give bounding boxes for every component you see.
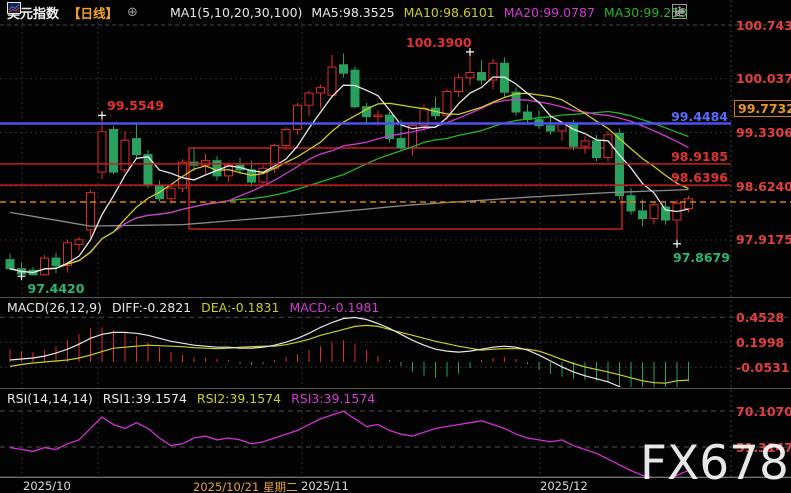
add-indicator-icon[interactable]: ⊕: [127, 5, 138, 20]
level-label: 98.9185: [671, 148, 728, 164]
price-axis-label: 100.0372: [736, 71, 791, 87]
price-axis-label: 98.6240: [736, 178, 791, 194]
macd-name: MACD(26,12,9): [7, 300, 102, 315]
rsi-header: RSI(14,14,14) RSI1:39.1574 RSI2:39.1574 …: [7, 391, 375, 406]
rsi-axis-label: 70.1070: [736, 403, 791, 419]
rsi1-value: RSI1:39.1574: [102, 391, 187, 406]
macd-header: MACD(26,12,9) DIFF:-0.2821 DEA:-0.1831 M…: [7, 300, 379, 315]
time-axis-label: 2025/12: [540, 479, 588, 493]
new-pane-icon[interactable]: [672, 4, 705, 19]
ma5-value: MA5:98.3525: [311, 4, 395, 20]
macd-macd-value: MACD:-0.1981: [289, 300, 380, 315]
chart-canvas[interactable]: [0, 0, 791, 493]
chart-stage[interactable]: 美元指数 【日线】 ⊕ MA1(5,10,20,30,100) MA5:98.3…: [0, 0, 791, 493]
rsi3-value: RSI3:39.1574: [291, 391, 376, 406]
chart-type-icon[interactable]: [7, 2, 161, 18]
rsi-name: RSI(14,14,14): [7, 391, 93, 406]
time-axis-label: 2025/10: [23, 479, 71, 493]
period-label[interactable]: 【日线】: [68, 3, 118, 22]
macd-diff-value: DIFF:-0.2821: [111, 300, 192, 315]
price-axis-highlight-label: 99.7732: [734, 100, 791, 117]
time-axis-label: 2025/10/21 星期二: [193, 480, 298, 493]
watermark: FX678: [640, 436, 789, 491]
price-axis-label: 97.9175: [736, 232, 791, 248]
price-axis-label: 99.3306: [736, 125, 791, 140]
macd-axis-label: -0.0531: [736, 359, 790, 375]
swing-label: 97.8679: [673, 249, 730, 265]
swing-label: 100.3900: [406, 34, 472, 50]
ma10-value: MA10:98.6101: [403, 4, 495, 20]
level-label: 98.6396: [671, 170, 728, 186]
macd-axis-label: 0.1998: [736, 334, 785, 350]
ma20-value: MA20:99.0787: [503, 4, 595, 20]
time-axis-label: 2025/11: [301, 479, 349, 493]
indicator-pane-icon[interactable]: [672, 4, 723, 19]
swing-label: 97.4420: [27, 281, 85, 297]
chart-toolbar: [672, 4, 741, 19]
level-label: 99.4484: [671, 108, 728, 124]
swing-label: 99.5549: [107, 98, 164, 114]
main-header: 美元指数 【日线】 ⊕ MA1(5,10,20,30,100) MA5:98.3…: [7, 2, 687, 22]
price-axis-label: 100.7438: [736, 17, 791, 33]
trading-chart-app: { "header": { "title": "美元指数", "period":…: [0, 0, 791, 493]
ma-settings-label: MA1(5,10,20,30,100): [169, 4, 303, 20]
macd-dea-value: DEA:-0.1831: [201, 300, 280, 315]
macd-axis-label: 0.4528: [736, 309, 785, 325]
rsi2-value: RSI2:39.1574: [196, 391, 282, 406]
